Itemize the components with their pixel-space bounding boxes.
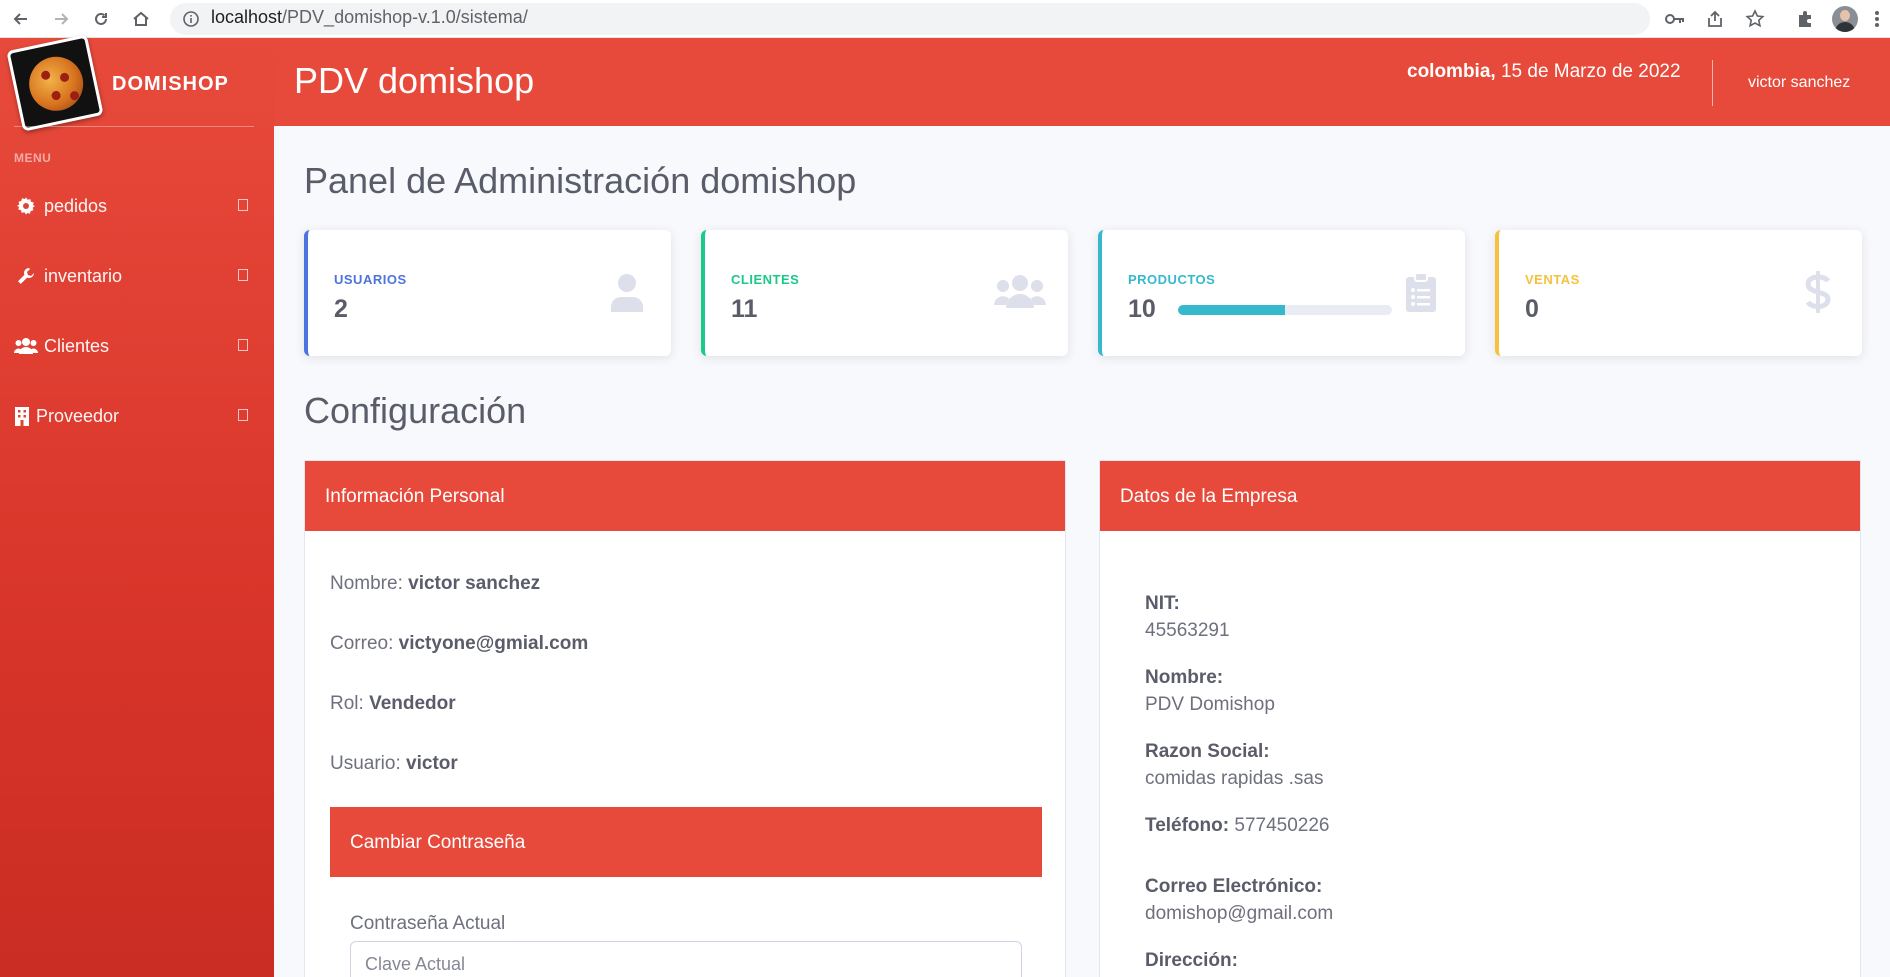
direccion-label: Dirección: [1145, 950, 1238, 971]
card-productos[interactable]: PRODUCTOS 10 [1098, 230, 1465, 356]
date-text: 15 de Marzo de 2022 [1495, 61, 1681, 82]
card-label: USUARIOS [334, 272, 407, 287]
razon-social-label: Razon Social: [1145, 741, 1270, 762]
users-icon [994, 270, 1046, 314]
section-title: Configuración [304, 390, 527, 431]
app-title: PDV domishop [294, 60, 535, 101]
wrench-icon [14, 265, 38, 287]
card-clientes[interactable]: CLIENTES 11 [701, 230, 1068, 356]
gear-icon [14, 195, 38, 217]
nit-value: 45563291 [1145, 620, 1230, 641]
date-display: colombia, 15 de Marzo de 2022 [1407, 61, 1681, 83]
card-label: CLIENTES [731, 272, 800, 287]
topbar-divider [1712, 60, 1713, 106]
razon-social-value: comidas rapidas .sas [1145, 768, 1324, 789]
change-password-header: Cambiar Contraseña [330, 807, 1042, 877]
field-value: victor sanchez [408, 573, 541, 594]
sidebar-item-pedidos[interactable]: pedidos [0, 181, 274, 231]
user-icon [605, 270, 649, 314]
company-name-label: Nombre: [1145, 667, 1224, 688]
company-data-panel: Datos de la Empresa NIT: 45563291 Nombre… [1099, 460, 1861, 977]
card-ventas[interactable]: VENTAS 0 [1495, 230, 1862, 356]
sidebar-item-clientes[interactable]: Clientes [0, 321, 274, 371]
field-label: Nombre: [330, 573, 403, 594]
clipboard-list-icon [1399, 270, 1443, 314]
menu-heading: MENU [14, 151, 52, 165]
card-value: 11 [731, 295, 758, 323]
profile-avatar[interactable] [1830, 4, 1860, 34]
field-label: Usuario: [330, 753, 401, 774]
sidebar-item-label: inventario [44, 265, 123, 286]
card-value: 2 [334, 295, 348, 323]
topbar: PDV domishop colombia, 15 de Marzo de 20… [274, 38, 1890, 126]
share-icon[interactable] [1700, 4, 1730, 34]
home-icon[interactable] [126, 4, 156, 34]
url-path: /PDV_domishop-v.1.0/sistema/ [282, 7, 528, 27]
card-value: 0 [1525, 295, 1539, 323]
sidebar-item-proveedor[interactable]: Proveedor [0, 391, 274, 441]
field-value: victyone@gmial.com [398, 633, 589, 654]
main-content: Panel de Administración domishop USUARIO… [274, 126, 1890, 977]
expand-icon [238, 269, 248, 281]
date-place: colombia, [1407, 61, 1496, 82]
expand-icon [238, 409, 248, 421]
sidebar-item-inventario[interactable]: inventario [0, 251, 274, 301]
info-rol: Rol: Vendedor [330, 693, 456, 715]
user-menu[interactable]: victor sanchez [1748, 74, 1850, 92]
bookmark-star-icon[interactable] [1740, 4, 1770, 34]
card-usuarios[interactable]: USUARIOS 2 [304, 230, 671, 356]
site-info-icon[interactable] [176, 4, 206, 34]
field-label: Correo: [330, 633, 394, 654]
info-usuario: Usuario: victor [330, 753, 458, 775]
personal-info-panel: Información Personal Nombre: victor sanc… [304, 460, 1066, 977]
sidebar-item-label: pedidos [44, 195, 108, 216]
dollar-icon [1796, 270, 1840, 314]
sidebar-brand[interactable]: DOMISHOP [0, 34, 274, 132]
sidebar: DOMISHOP MENU pedidos inventario Cliente… [0, 34, 274, 977]
email-value: domishop@gmail.com [1145, 903, 1334, 924]
page-title: Panel de Administración domishop [304, 160, 857, 201]
card-label: PRODUCTOS [1128, 272, 1216, 287]
field-value: victor [406, 753, 458, 774]
nit-label: NIT: [1145, 593, 1180, 614]
field-value: Vendedor [369, 693, 456, 714]
browser-menu-icon[interactable] [1862, 4, 1890, 34]
sidebar-item-label: Proveedor [36, 405, 120, 426]
sidebar-item-label: Clientes [44, 335, 110, 356]
expand-icon [238, 199, 248, 211]
brand-name: DOMISHOP [112, 73, 229, 95]
info-nombre: Nombre: victor sanchez [330, 573, 540, 595]
back-icon[interactable] [6, 4, 36, 34]
products-progress [1178, 305, 1392, 315]
url-host: localhost [211, 7, 283, 27]
info-correo: Correo: victyone@gmial.com [330, 633, 588, 655]
forward-icon[interactable] [46, 4, 76, 34]
sidebar-divider [14, 126, 254, 127]
key-icon[interactable] [1660, 4, 1690, 34]
reload-icon[interactable] [86, 4, 116, 34]
expand-icon [238, 339, 248, 351]
telefono-line: Teléfono: 577450226 [1145, 815, 1329, 837]
current-password-input[interactable]: Clave Actual [350, 941, 1022, 977]
card-value: 10 [1128, 295, 1156, 323]
current-password-label: Contraseña Actual [350, 913, 506, 934]
panel-header: Información Personal [305, 461, 1065, 531]
company-name-value: PDV Domishop [1145, 694, 1275, 715]
panel-header: Datos de la Empresa [1100, 461, 1860, 531]
users-icon [14, 335, 38, 357]
card-label: VENTAS [1525, 272, 1580, 287]
email-label: Correo Electrónico: [1145, 876, 1323, 897]
telefono-label: Teléfono: [1145, 815, 1230, 836]
brand-logo [6, 34, 104, 132]
telefono-value: 577450226 [1234, 815, 1330, 836]
extensions-icon[interactable] [1790, 4, 1820, 34]
field-label: Rol: [330, 693, 364, 714]
building-icon [14, 405, 30, 427]
url-text: localhost/PDV_domishop-v.1.0/sistema/ [211, 7, 528, 28]
browser-toolbar: localhost/PDV_domishop-v.1.0/sistema/ [0, 0, 1890, 38]
